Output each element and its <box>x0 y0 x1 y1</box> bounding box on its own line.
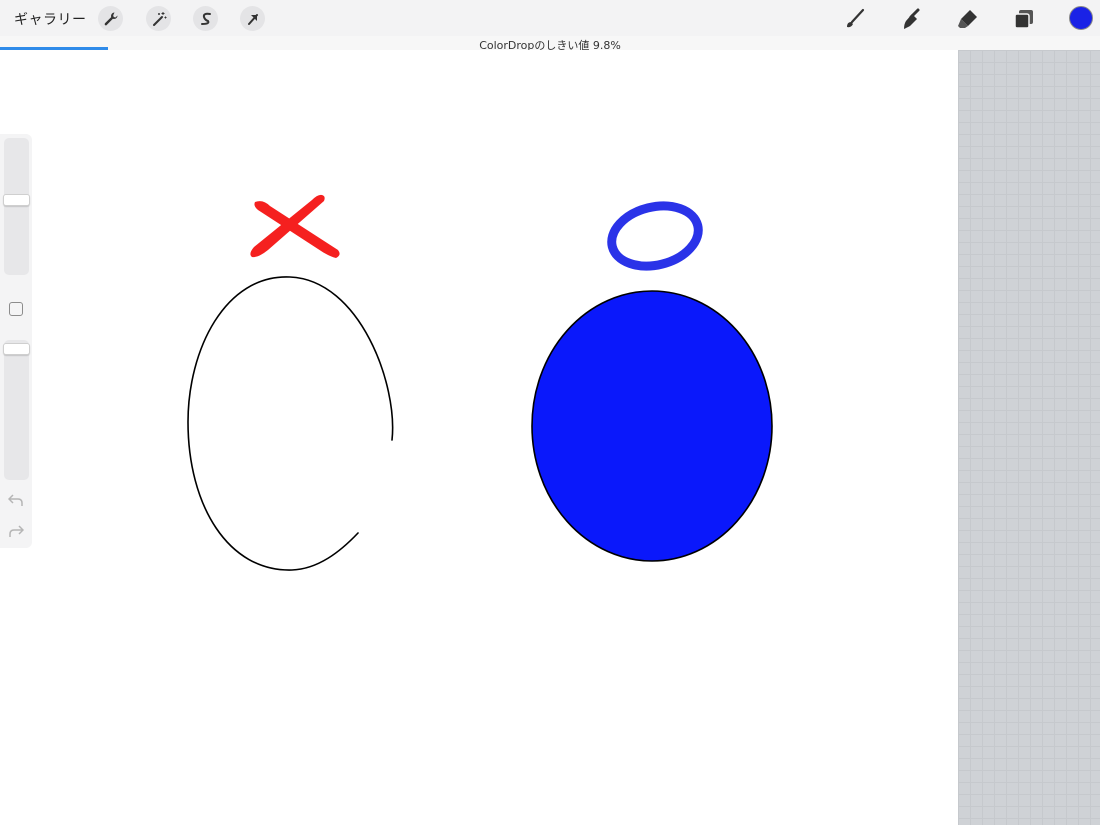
brush-size-slider[interactable] <box>3 138 30 275</box>
left-sidebar <box>0 134 32 548</box>
gallery-button[interactable]: ギャラリー <box>14 9 87 29</box>
wrench-icon[interactable] <box>98 6 123 31</box>
opacity-slider[interactable] <box>3 340 30 480</box>
filled-blue-ellipse <box>531 290 773 562</box>
open-ellipse-outline <box>187 276 394 571</box>
undo-icon[interactable] <box>8 493 24 507</box>
modify-button[interactable] <box>9 302 23 316</box>
canvas-background-grid <box>958 50 1100 825</box>
magic-wand-icon[interactable] <box>146 6 171 31</box>
canvas-artwork <box>187 194 773 571</box>
color-icon[interactable] <box>1069 6 1093 30</box>
brush-size-thumb[interactable] <box>3 194 30 206</box>
transform-arrow-icon[interactable] <box>240 6 265 31</box>
layers-icon[interactable] <box>1011 6 1037 32</box>
brush-icon[interactable] <box>842 6 868 32</box>
redo-icon[interactable] <box>8 524 24 538</box>
eraser-icon[interactable] <box>955 6 981 32</box>
selection-icon[interactable] <box>193 6 218 31</box>
blue-o-mark <box>607 201 703 271</box>
top-toolbar: ギャラリー <box>0 0 1100 36</box>
smudge-icon[interactable] <box>898 6 924 32</box>
opacity-thumb[interactable] <box>3 343 30 355</box>
